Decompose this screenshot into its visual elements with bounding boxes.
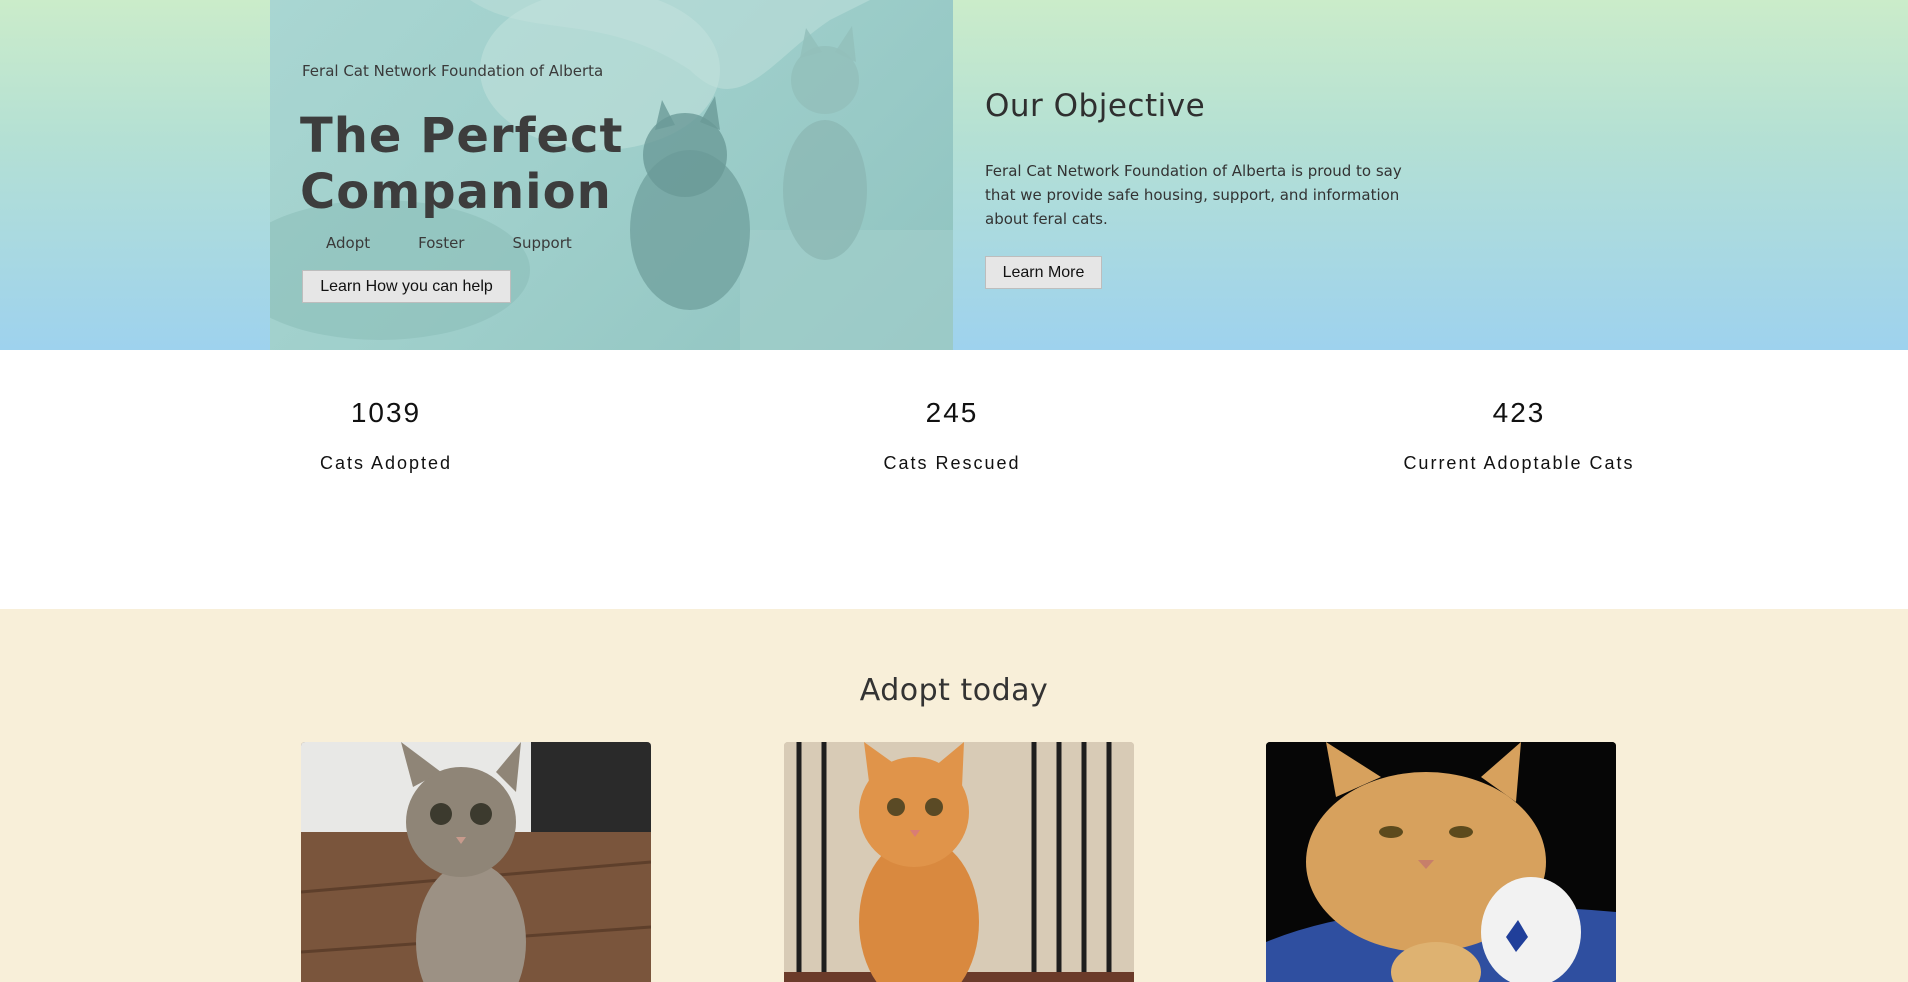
- nav-link-foster[interactable]: Foster: [418, 234, 464, 252]
- cat-card-tabby[interactable]: [301, 742, 651, 982]
- tabby-kitten-photo: [301, 742, 651, 982]
- stat-label: Cats Rescued: [883, 453, 1021, 473]
- stat-value: 423: [1492, 397, 1546, 428]
- objective-title: Our Objective: [985, 88, 1206, 124]
- objective-text: Feral Cat Network Foundation of Alberta …: [985, 162, 1402, 228]
- orange-cat-photo: [1266, 742, 1616, 982]
- adopt-title: Adopt today: [859, 673, 1049, 708]
- cat-card-orange-kitten[interactable]: [784, 742, 1134, 982]
- learn-more-button[interactable]: Learn More: [985, 256, 1102, 289]
- hero-section: Feral Cat Network Foundation of Alberta …: [0, 0, 1908, 350]
- cat-card-orange-cat[interactable]: [1266, 742, 1616, 982]
- org-name: Feral Cat Network Foundation of Alberta: [302, 62, 604, 80]
- stats-section: 1039 Cats Adopted 245 Cats Rescued 423 C…: [0, 350, 1908, 609]
- stat-label: Cats Adopted: [319, 453, 453, 473]
- nav-link-adopt[interactable]: Adopt: [326, 234, 370, 252]
- learn-how-you-can-help-button[interactable]: Learn How you can help: [302, 270, 511, 303]
- adopt-section: Adopt today: [0, 609, 1908, 982]
- stat-value: 1039: [350, 397, 422, 428]
- hero-title: The Perfect Companion: [300, 108, 624, 220]
- stat-value: 245: [925, 397, 979, 428]
- nav-link-support[interactable]: Support: [512, 234, 571, 252]
- stat-label: Current Adoptable Cats: [1403, 453, 1635, 473]
- orange-kitten-photo: [784, 742, 1134, 982]
- hero-nav: Adopt Foster Support: [326, 234, 572, 252]
